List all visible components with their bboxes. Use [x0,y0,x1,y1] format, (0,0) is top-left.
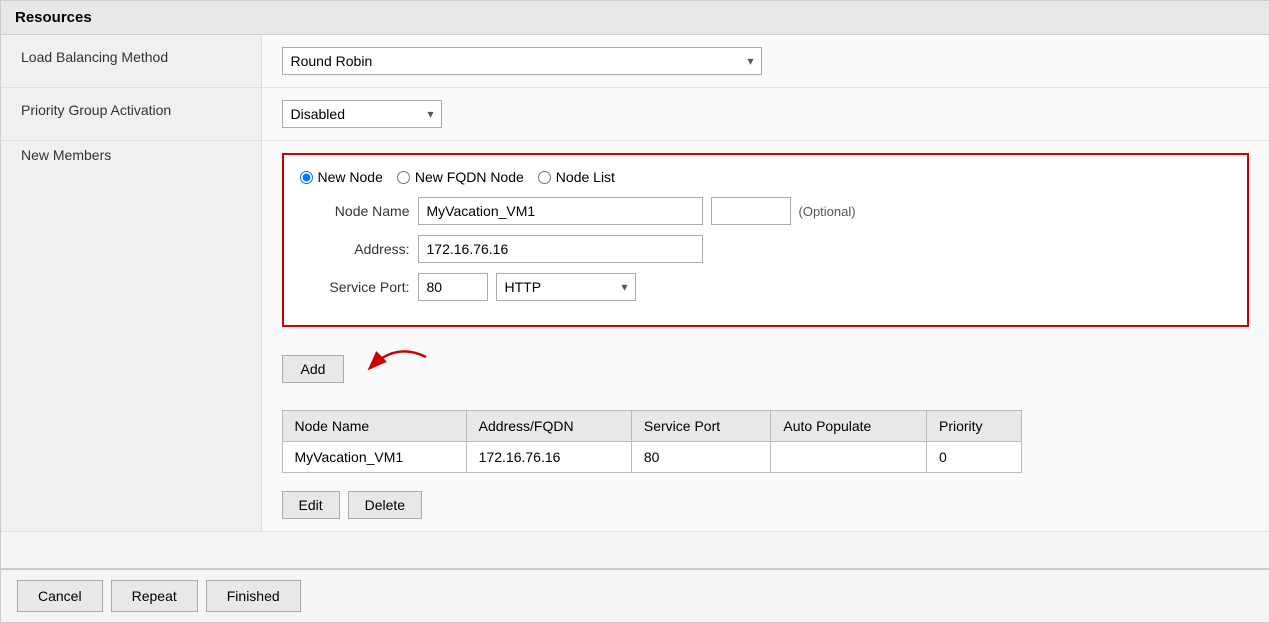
row-priority: 0 [927,442,1022,473]
load-balancing-value-cell: Round Robin Least Connections Observed P… [261,35,1269,88]
add-arrow-annotation [356,347,436,390]
service-port-label: Service Port: [300,279,410,295]
new-members-wrapper: New Node New FQDN Node Node List [282,153,1250,519]
row-node-name: MyVacation_VM1 [282,442,466,473]
add-button[interactable]: Add [282,355,345,383]
service-port-inputs: HTTP HTTPS FTP Other [418,273,636,301]
node-name-input[interactable] [418,197,703,225]
edit-button[interactable]: Edit [282,491,340,519]
new-members-value-cell: New Node New FQDN Node Node List [261,141,1269,532]
table-row: MyVacation_VM1 172.16.76.16 80 0 [282,442,1021,473]
row-address: 172.16.76.16 [466,442,631,473]
load-balancing-select[interactable]: Round Robin Least Connections Observed P… [282,47,762,75]
service-port-row: Service Port: HTTP HTTPS FTP Other [300,273,1232,301]
node-name-row: Node Name (Optional) [300,197,1232,225]
delete-button[interactable]: Delete [348,491,422,519]
members-table: Node Name Address/FQDN Service Port Auto… [282,410,1022,473]
col-address-fqdn: Address/FQDN [466,411,631,442]
add-section: Add [282,347,1250,390]
load-balancing-label: Load Balancing Method [1,35,261,88]
radio-new-node-input[interactable] [300,171,313,184]
radio-new-fqdn-node[interactable]: New FQDN Node [397,169,524,185]
load-balancing-select-wrapper: Round Robin Least Connections Observed P… [282,47,762,75]
radio-node-list-label: Node List [556,169,615,185]
priority-group-select[interactable]: Disabled Enabled [282,100,442,128]
members-table-head: Node Name Address/FQDN Service Port Auto… [282,411,1021,442]
table-actions: Edit Delete [282,491,1250,519]
radio-new-node[interactable]: New Node [300,169,383,185]
radio-node-list[interactable]: Node List [538,169,615,185]
row-auto-populate [771,442,927,473]
main-container: Resources Load Balancing Method Round Ro… [0,0,1270,623]
port-type-select-wrapper: HTTP HTTPS FTP Other [496,273,636,301]
node-name-label: Node Name [300,203,410,219]
priority-group-label: Priority Group Activation [1,88,261,141]
members-table-header-row: Node Name Address/FQDN Service Port Auto… [282,411,1021,442]
finished-button[interactable]: Finished [206,580,301,612]
address-row: Address: [300,235,1232,263]
optional-label: (Optional) [799,204,856,219]
cancel-button[interactable]: Cancel [17,580,103,612]
repeat-button[interactable]: Repeat [111,580,198,612]
new-members-label: New Members [1,141,261,532]
address-input[interactable] [418,235,703,263]
priority-group-value-cell: Disabled Enabled [261,88,1269,141]
priority-group-row: Priority Group Activation Disabled Enabl… [1,88,1269,141]
row-service-port: 80 [631,442,770,473]
radio-new-fqdn-input[interactable] [397,171,410,184]
priority-group-select-wrapper: Disabled Enabled [282,100,442,128]
address-label: Address: [300,241,410,257]
col-service-port: Service Port [631,411,770,442]
port-number-input[interactable] [418,273,488,301]
members-table-body: MyVacation_VM1 172.16.76.16 80 0 [282,442,1021,473]
radio-new-fqdn-label: New FQDN Node [415,169,524,185]
new-members-row: New Members New Node [1,141,1269,532]
node-name-secondary-input[interactable] [711,197,791,225]
col-node-name: Node Name [282,411,466,442]
port-type-select[interactable]: HTTP HTTPS FTP Other [496,273,636,301]
content-area: Load Balancing Method Round Robin Least … [1,35,1269,568]
new-node-red-box: New Node New FQDN Node Node List [282,153,1250,327]
col-auto-populate: Auto Populate [771,411,927,442]
radio-row: New Node New FQDN Node Node List [300,169,1232,185]
load-balancing-row: Load Balancing Method Round Robin Least … [1,35,1269,88]
footer: Cancel Repeat Finished [1,568,1269,622]
radio-node-list-input[interactable] [538,171,551,184]
radio-new-node-label: New Node [318,169,383,185]
col-priority: Priority [927,411,1022,442]
page-title: Resources [1,1,1269,35]
form-table: Load Balancing Method Round Robin Least … [1,35,1269,532]
